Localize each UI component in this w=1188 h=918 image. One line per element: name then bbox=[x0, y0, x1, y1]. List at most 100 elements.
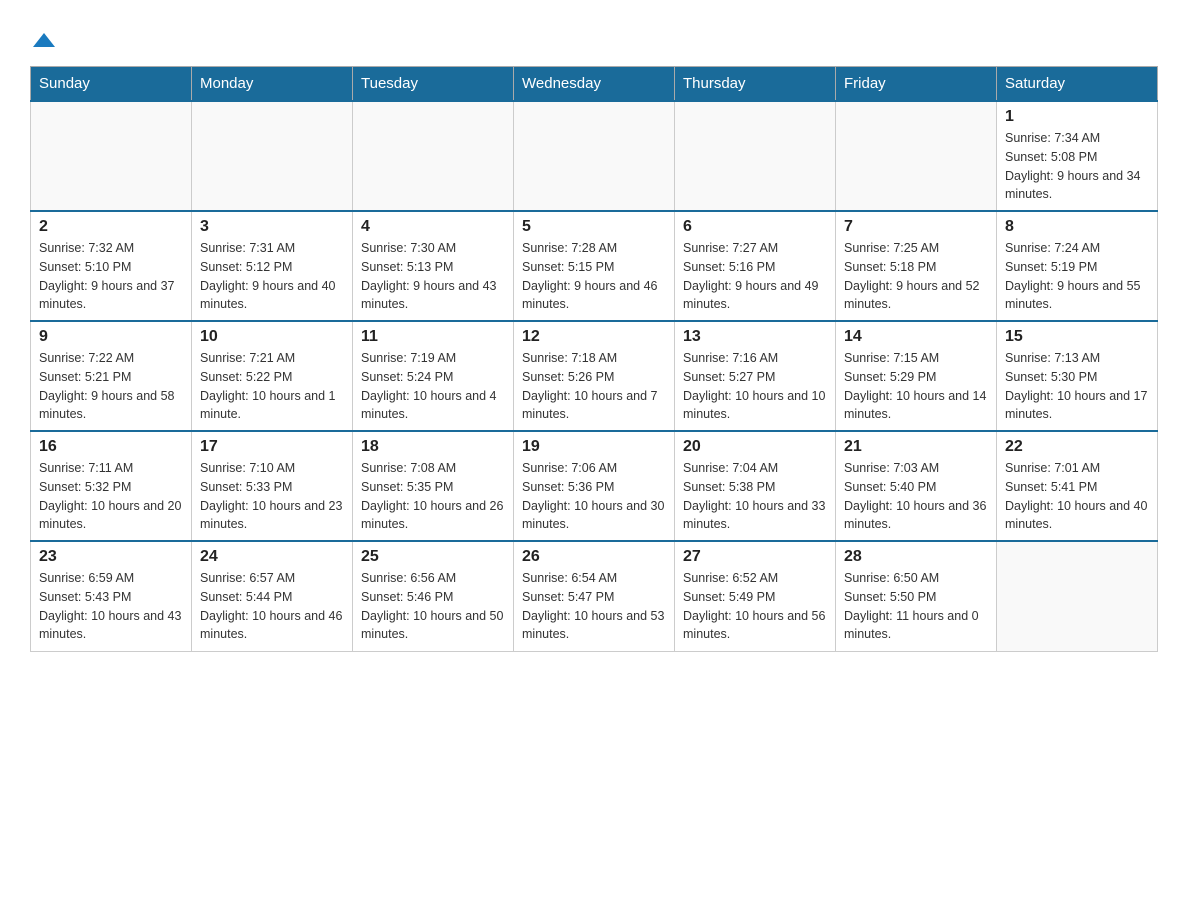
day-info: Sunrise: 6:57 AMSunset: 5:44 PMDaylight:… bbox=[200, 569, 344, 644]
calendar-cell: 14 Sunrise: 7:15 AMSunset: 5:29 PMDayligh… bbox=[836, 321, 997, 431]
page-header bbox=[30, 20, 1158, 56]
calendar-cell bbox=[514, 101, 675, 211]
day-number: 24 bbox=[200, 548, 344, 566]
day-info: Sunrise: 6:54 AMSunset: 5:47 PMDaylight:… bbox=[522, 569, 666, 644]
calendar-cell: 12 Sunrise: 7:18 AMSunset: 5:26 PMDayligh… bbox=[514, 321, 675, 431]
calendar-cell: 21 Sunrise: 7:03 AMSunset: 5:40 PMDayligh… bbox=[836, 431, 997, 541]
calendar-cell bbox=[31, 101, 192, 211]
day-info: Sunrise: 6:52 AMSunset: 5:49 PMDaylight:… bbox=[683, 569, 827, 644]
weekday-header-row: SundayMondayTuesdayWednesdayThursdayFrid… bbox=[31, 67, 1158, 102]
day-info: Sunrise: 7:30 AMSunset: 5:13 PMDaylight:… bbox=[361, 239, 505, 314]
day-number: 26 bbox=[522, 548, 666, 566]
calendar-cell: 8 Sunrise: 7:24 AMSunset: 5:19 PMDaylight… bbox=[997, 211, 1158, 321]
calendar-cell: 23 Sunrise: 6:59 AMSunset: 5:43 PMDayligh… bbox=[31, 541, 192, 651]
day-number: 11 bbox=[361, 328, 505, 346]
day-number: 23 bbox=[39, 548, 183, 566]
calendar-cell: 2 Sunrise: 7:32 AMSunset: 5:10 PMDaylight… bbox=[31, 211, 192, 321]
calendar-cell: 25 Sunrise: 6:56 AMSunset: 5:46 PMDayligh… bbox=[353, 541, 514, 651]
day-info: Sunrise: 6:56 AMSunset: 5:46 PMDaylight:… bbox=[361, 569, 505, 644]
day-info: Sunrise: 7:24 AMSunset: 5:19 PMDaylight:… bbox=[1005, 239, 1149, 314]
calendar-cell bbox=[675, 101, 836, 211]
calendar-cell bbox=[836, 101, 997, 211]
day-number: 8 bbox=[1005, 218, 1149, 236]
calendar-cell: 15 Sunrise: 7:13 AMSunset: 5:30 PMDayligh… bbox=[997, 321, 1158, 431]
day-number: 22 bbox=[1005, 438, 1149, 456]
calendar-cell: 1 Sunrise: 7:34 AMSunset: 5:08 PMDaylight… bbox=[997, 101, 1158, 211]
calendar-cell: 26 Sunrise: 6:54 AMSunset: 5:47 PMDayligh… bbox=[514, 541, 675, 651]
day-info: Sunrise: 7:03 AMSunset: 5:40 PMDaylight:… bbox=[844, 459, 988, 534]
calendar-cell: 16 Sunrise: 7:11 AMSunset: 5:32 PMDayligh… bbox=[31, 431, 192, 541]
day-number: 25 bbox=[361, 548, 505, 566]
day-number: 12 bbox=[522, 328, 666, 346]
day-number: 9 bbox=[39, 328, 183, 346]
day-number: 27 bbox=[683, 548, 827, 566]
weekday-header-saturday: Saturday bbox=[997, 67, 1158, 102]
day-number: 18 bbox=[361, 438, 505, 456]
logo-triangle-icon bbox=[33, 29, 55, 51]
calendar-cell: 27 Sunrise: 6:52 AMSunset: 5:49 PMDayligh… bbox=[675, 541, 836, 651]
weekday-header-friday: Friday bbox=[836, 67, 997, 102]
day-info: Sunrise: 7:16 AMSunset: 5:27 PMDaylight:… bbox=[683, 349, 827, 424]
day-info: Sunrise: 7:21 AMSunset: 5:22 PMDaylight:… bbox=[200, 349, 344, 424]
day-info: Sunrise: 7:32 AMSunset: 5:10 PMDaylight:… bbox=[39, 239, 183, 314]
weekday-header-sunday: Sunday bbox=[31, 67, 192, 102]
day-info: Sunrise: 7:01 AMSunset: 5:41 PMDaylight:… bbox=[1005, 459, 1149, 534]
day-info: Sunrise: 6:50 AMSunset: 5:50 PMDaylight:… bbox=[844, 569, 988, 644]
day-number: 4 bbox=[361, 218, 505, 236]
week-row-5: 23 Sunrise: 6:59 AMSunset: 5:43 PMDayligh… bbox=[31, 541, 1158, 651]
calendar-cell: 20 Sunrise: 7:04 AMSunset: 5:38 PMDayligh… bbox=[675, 431, 836, 541]
day-info: Sunrise: 7:04 AMSunset: 5:38 PMDaylight:… bbox=[683, 459, 827, 534]
day-number: 28 bbox=[844, 548, 988, 566]
day-info: Sunrise: 7:19 AMSunset: 5:24 PMDaylight:… bbox=[361, 349, 505, 424]
day-info: Sunrise: 7:06 AMSunset: 5:36 PMDaylight:… bbox=[522, 459, 666, 534]
calendar-cell: 6 Sunrise: 7:27 AMSunset: 5:16 PMDaylight… bbox=[675, 211, 836, 321]
week-row-2: 2 Sunrise: 7:32 AMSunset: 5:10 PMDaylight… bbox=[31, 211, 1158, 321]
calendar-cell: 13Sunrise: 7:16 AMSunset: 5:27 PMDayligh… bbox=[675, 321, 836, 431]
week-row-4: 16 Sunrise: 7:11 AMSunset: 5:32 PMDayligh… bbox=[31, 431, 1158, 541]
day-number: 15 bbox=[1005, 328, 1149, 346]
day-number: 7 bbox=[844, 218, 988, 236]
calendar-cell: 22 Sunrise: 7:01 AMSunset: 5:41 PMDayligh… bbox=[997, 431, 1158, 541]
calendar-cell bbox=[353, 101, 514, 211]
day-number: 17 bbox=[200, 438, 344, 456]
day-number: 20 bbox=[683, 438, 827, 456]
day-info: Sunrise: 6:59 AMSunset: 5:43 PMDaylight:… bbox=[39, 569, 183, 644]
calendar-cell: 19 Sunrise: 7:06 AMSunset: 5:36 PMDayligh… bbox=[514, 431, 675, 541]
calendar-cell: 28 Sunrise: 6:50 AMSunset: 5:50 PMDayligh… bbox=[836, 541, 997, 651]
day-number: 10 bbox=[200, 328, 344, 346]
calendar-cell: 9 Sunrise: 7:22 AMSunset: 5:21 PMDaylight… bbox=[31, 321, 192, 431]
day-number: 14 bbox=[844, 328, 988, 346]
day-info: Sunrise: 7:11 AMSunset: 5:32 PMDaylight:… bbox=[39, 459, 183, 534]
calendar-cell: 7Sunrise: 7:25 AMSunset: 5:18 PMDaylight… bbox=[836, 211, 997, 321]
week-row-1: 1 Sunrise: 7:34 AMSunset: 5:08 PMDaylight… bbox=[31, 101, 1158, 211]
day-info: Sunrise: 7:10 AMSunset: 5:33 PMDaylight:… bbox=[200, 459, 344, 534]
day-number: 1 bbox=[1005, 108, 1149, 126]
day-info: Sunrise: 7:28 AMSunset: 5:15 PMDaylight:… bbox=[522, 239, 666, 314]
day-info: Sunrise: 7:34 AMSunset: 5:08 PMDaylight:… bbox=[1005, 129, 1149, 204]
weekday-header-tuesday: Tuesday bbox=[353, 67, 514, 102]
day-number: 21 bbox=[844, 438, 988, 456]
weekday-header-thursday: Thursday bbox=[675, 67, 836, 102]
day-number: 16 bbox=[39, 438, 183, 456]
calendar-cell: 18Sunrise: 7:08 AMSunset: 5:35 PMDayligh… bbox=[353, 431, 514, 541]
day-info: Sunrise: 7:15 AMSunset: 5:29 PMDaylight:… bbox=[844, 349, 988, 424]
calendar-cell: 17 Sunrise: 7:10 AMSunset: 5:33 PMDayligh… bbox=[192, 431, 353, 541]
day-number: 5 bbox=[522, 218, 666, 236]
day-info: Sunrise: 7:22 AMSunset: 5:21 PMDaylight:… bbox=[39, 349, 183, 424]
calendar-cell: 11 Sunrise: 7:19 AMSunset: 5:24 PMDayligh… bbox=[353, 321, 514, 431]
calendar-cell: 5 Sunrise: 7:28 AMSunset: 5:15 PMDaylight… bbox=[514, 211, 675, 321]
day-number: 3 bbox=[200, 218, 344, 236]
day-info: Sunrise: 7:18 AMSunset: 5:26 PMDaylight:… bbox=[522, 349, 666, 424]
day-number: 2 bbox=[39, 218, 183, 236]
day-info: Sunrise: 7:13 AMSunset: 5:30 PMDaylight:… bbox=[1005, 349, 1149, 424]
calendar-cell: 24 Sunrise: 6:57 AMSunset: 5:44 PMDayligh… bbox=[192, 541, 353, 651]
day-info: Sunrise: 7:27 AMSunset: 5:16 PMDaylight:… bbox=[683, 239, 827, 314]
logo bbox=[30, 20, 55, 56]
weekday-header-wednesday: Wednesday bbox=[514, 67, 675, 102]
calendar-cell: 10 Sunrise: 7:21 AMSunset: 5:22 PMDayligh… bbox=[192, 321, 353, 431]
weekday-header-monday: Monday bbox=[192, 67, 353, 102]
calendar-cell bbox=[192, 101, 353, 211]
day-number: 6 bbox=[683, 218, 827, 236]
day-number: 19 bbox=[522, 438, 666, 456]
week-row-3: 9 Sunrise: 7:22 AMSunset: 5:21 PMDaylight… bbox=[31, 321, 1158, 431]
